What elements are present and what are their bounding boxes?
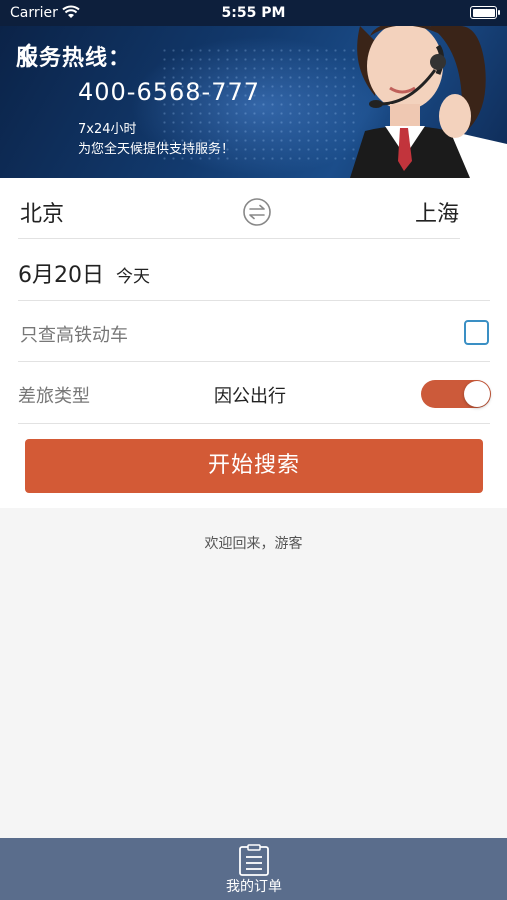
battery-icon [470, 6, 500, 19]
order-list-icon [239, 844, 269, 876]
start-search-button[interactable]: 开始搜索 [25, 439, 483, 493]
divider [18, 423, 490, 424]
tab-my-orders[interactable]: 我的订单 [213, 838, 295, 900]
back-icon[interactable] [16, 42, 36, 66]
bottom-tab-bar: 我的订单 [0, 838, 507, 900]
toggle-knob [464, 381, 490, 407]
welcome-message: 欢迎回来，游客 [204, 536, 303, 552]
search-form: 北京 上海 6月20日 今天 只查高铁动车 差旅类型 因公出行 开始搜索 [0, 178, 507, 508]
departure-date[interactable]: 6月20日 [18, 257, 104, 289]
high-speed-only-checkbox[interactable] [464, 320, 489, 345]
divider [18, 300, 490, 301]
hotline-hours: 7x24小时 [78, 122, 137, 137]
travel-type-toggle[interactable] [421, 380, 491, 408]
customer-service-agent-image [350, 26, 507, 178]
status-time: 5:55 PM [221, 5, 286, 21]
departure-city[interactable]: 北京 [20, 196, 64, 228]
hotline-number: 400-6568-777 [78, 78, 261, 106]
swap-cities-icon[interactable] [242, 197, 272, 227]
divider [18, 361, 490, 362]
tab-my-orders-label: 我的订单 [226, 879, 282, 895]
hotline-support-text: 为您全天候提供支持服务！ [78, 142, 235, 157]
travel-type-value: 因公出行 [214, 386, 286, 407]
service-hotline-banner: 服务热线： 400-6568-777 7x24小时 为您全天候提供支持服务！ [0, 26, 507, 178]
departure-date-relative[interactable]: 今天 [116, 262, 150, 287]
high-speed-only-label: 只查高铁动车 [20, 325, 128, 346]
status-bar: Carrier 5:55 PM [0, 0, 507, 26]
travel-type-label: 差旅类型 [18, 386, 90, 407]
arrival-city[interactable]: 上海 [415, 196, 459, 228]
divider [18, 238, 460, 239]
